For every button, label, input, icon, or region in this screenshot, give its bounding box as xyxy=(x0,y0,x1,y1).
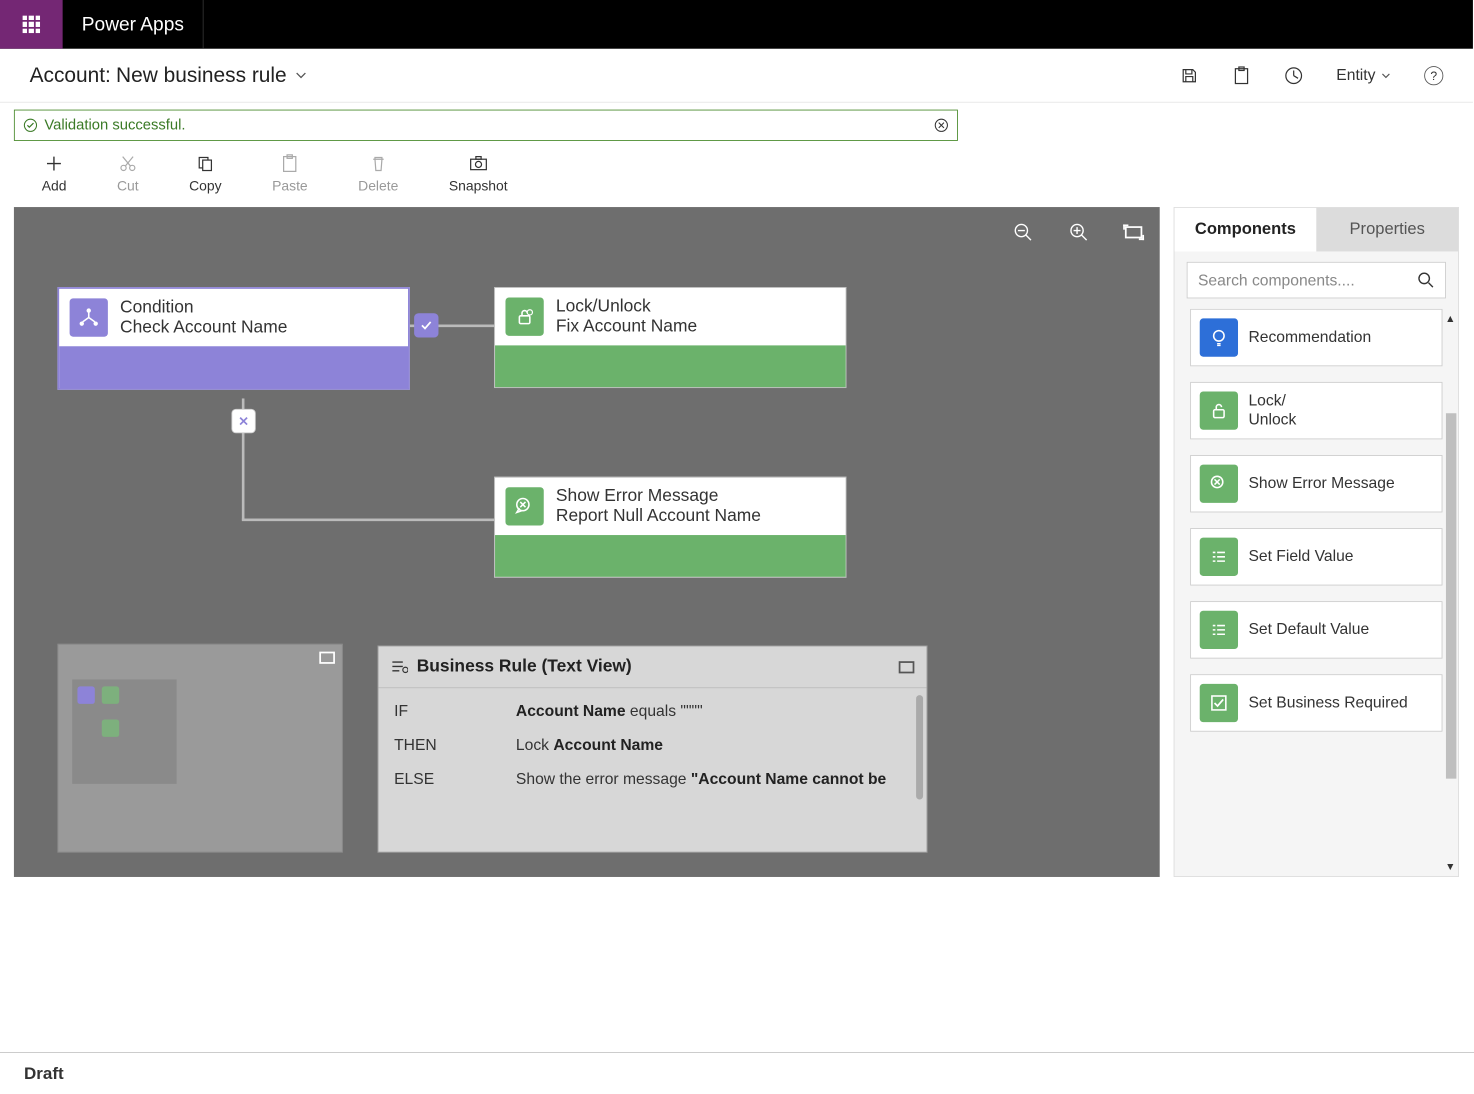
validation-banner: Validation successful. xyxy=(14,110,958,141)
then-clause: Lock Account Name xyxy=(516,736,663,754)
zoom-in-button[interactable] xyxy=(1069,223,1088,242)
node-type: Show Error Message xyxy=(556,486,761,506)
text-view-icon xyxy=(391,659,408,675)
app-title: Power Apps xyxy=(63,0,204,49)
node-title: Fix Account Name xyxy=(556,317,697,337)
if-clause: Account Name equals """" xyxy=(516,702,703,720)
right-panel: Components Properties Search components.… xyxy=(1174,207,1459,877)
plus-icon xyxy=(45,153,62,174)
validate-button[interactable] xyxy=(1232,66,1251,85)
search-components-input[interactable]: Search components.... xyxy=(1187,262,1446,299)
entity-label: Account: xyxy=(30,63,111,87)
paste-icon xyxy=(281,153,298,174)
scissors-icon xyxy=(119,153,136,174)
paste-button[interactable]: Paste xyxy=(272,153,308,195)
component-set-business-required[interactable]: Set Business Required xyxy=(1190,674,1442,731)
node-title: Report Null Account Name xyxy=(556,506,761,526)
component-set-default-value[interactable]: Set Default Value xyxy=(1190,601,1442,658)
app-launcher-button[interactable] xyxy=(0,0,63,49)
scrollbar[interactable] xyxy=(916,695,923,799)
node-drop-zone[interactable] xyxy=(495,535,846,577)
component-lock-unlock[interactable]: Lock/ Unlock xyxy=(1190,382,1442,439)
component-recommendation[interactable]: Recommendation xyxy=(1190,309,1442,366)
false-branch-chip xyxy=(231,409,255,433)
text-view-title: Business Rule (Text View) xyxy=(417,657,632,677)
close-banner-button[interactable] xyxy=(934,118,948,132)
component-label: Show Error Message xyxy=(1248,474,1394,493)
snapshot-button[interactable]: Snapshot xyxy=(449,153,508,195)
scroll-up-arrow[interactable]: ▲ xyxy=(1445,312,1455,324)
component-label: Set Field Value xyxy=(1248,547,1353,566)
error-message-node[interactable]: Show Error Message Report Null Account N… xyxy=(494,477,846,578)
activate-button[interactable] xyxy=(1284,66,1303,85)
minimap-viewport xyxy=(72,679,176,783)
action-toolbar: Add Cut Copy Paste Delete Snapshot xyxy=(0,141,1473,207)
add-button[interactable]: Add xyxy=(42,153,67,195)
help-button[interactable]: ? xyxy=(1424,66,1443,85)
delete-button[interactable]: Delete xyxy=(358,153,398,195)
node-drop-zone[interactable] xyxy=(59,346,408,388)
save-button[interactable] xyxy=(1180,66,1199,85)
search-placeholder: Search components.... xyxy=(1198,271,1355,289)
component-label: Recommendation xyxy=(1248,328,1371,347)
popout-icon[interactable] xyxy=(319,652,335,664)
list-icon xyxy=(1200,538,1238,576)
node-title: Check Account Name xyxy=(120,318,287,338)
node-drop-zone[interactable] xyxy=(495,345,846,387)
component-label: Lock/ Unlock xyxy=(1248,392,1296,430)
tab-properties[interactable]: Properties xyxy=(1316,208,1458,252)
node-type: Condition xyxy=(120,298,287,318)
business-rule-text-view: Business Rule (Text View) IF Account Nam… xyxy=(378,646,928,853)
node-type: Lock/Unlock xyxy=(556,297,697,317)
condition-node[interactable]: Condition Check Account Name xyxy=(57,287,409,390)
true-branch-chip xyxy=(414,313,438,337)
zoom-out-button[interactable] xyxy=(1014,223,1033,242)
scope-label: Entity xyxy=(1336,66,1375,84)
else-clause: Show the error message "Account Name can… xyxy=(516,770,886,788)
copy-icon xyxy=(197,153,214,174)
component-label: Set Default Value xyxy=(1248,620,1369,639)
minimap[interactable] xyxy=(57,644,342,853)
trash-icon xyxy=(370,153,387,174)
error-icon xyxy=(1200,465,1238,503)
then-keyword: THEN xyxy=(394,736,446,754)
page-header: Account: New business rule Entity ? xyxy=(0,49,1473,103)
lock-icon xyxy=(1200,392,1238,430)
camera-icon xyxy=(469,153,488,174)
lightbulb-icon xyxy=(1200,318,1238,356)
else-keyword: ELSE xyxy=(394,770,446,788)
component-show-error[interactable]: Show Error Message xyxy=(1190,455,1442,512)
error-icon xyxy=(505,487,543,525)
status-bar: Draft xyxy=(0,1052,1474,1094)
if-keyword: IF xyxy=(394,702,446,720)
search-icon xyxy=(1417,271,1434,288)
rule-title-dropdown[interactable]: Account: New business rule xyxy=(30,63,308,87)
tab-components[interactable]: Components xyxy=(1175,208,1317,252)
validation-text: Validation successful. xyxy=(44,117,185,134)
scrollbar[interactable] xyxy=(1446,413,1456,778)
scope-dropdown[interactable]: Entity xyxy=(1336,66,1391,84)
rule-name: New business rule xyxy=(116,63,287,87)
designer-canvas[interactable]: Condition Check Account Name xyxy=(14,207,1160,877)
copy-button[interactable]: Copy xyxy=(189,153,222,195)
lock-unlock-node[interactable]: Lock/Unlock Fix Account Name xyxy=(494,287,846,388)
popout-icon[interactable] xyxy=(899,661,915,673)
condition-icon xyxy=(70,298,108,336)
waffle-icon xyxy=(23,16,40,33)
component-label: Set Business Required xyxy=(1248,694,1407,713)
cut-button[interactable]: Cut xyxy=(117,153,139,195)
checkbox-icon xyxy=(1200,684,1238,722)
fit-to-screen-button[interactable] xyxy=(1125,226,1142,238)
global-top-bar: Power Apps xyxy=(0,0,1473,49)
chevron-down-icon xyxy=(295,69,307,81)
connector xyxy=(242,519,494,522)
component-set-field-value[interactable]: Set Field Value xyxy=(1190,528,1442,585)
chevron-down-icon xyxy=(1381,70,1391,80)
status-text: Draft xyxy=(24,1064,64,1084)
lock-icon xyxy=(505,298,543,336)
scroll-down-arrow[interactable]: ▼ xyxy=(1445,860,1455,872)
check-circle-icon xyxy=(23,118,37,132)
list-icon xyxy=(1200,611,1238,649)
